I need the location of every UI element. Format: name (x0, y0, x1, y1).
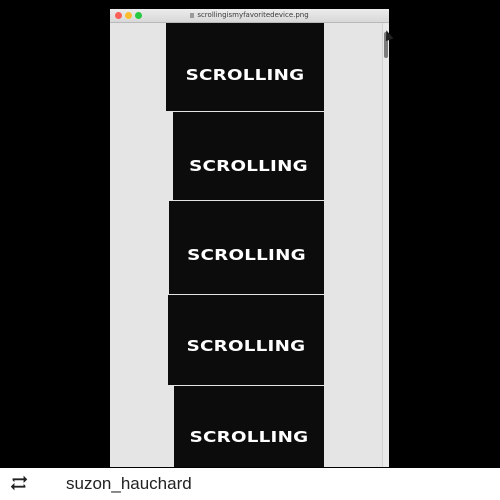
scrolling-frame-2: SCROLLING (173, 112, 324, 200)
frame-label: SCROLLING (189, 157, 308, 175)
video-stage: scrollingismyfavoritedevice.png SCROLLIN… (0, 0, 500, 500)
scrolling-frame-5: SCROLLING (174, 386, 324, 467)
image-viewport[interactable]: SCROLLING SCROLLING SCROLLING SCROLLING … (110, 23, 389, 467)
window-title: scrollingismyfavoritedevice.png (110, 10, 389, 21)
window-title-text: scrollingismyfavoritedevice.png (197, 11, 309, 19)
repost-username[interactable]: suzon_hauchard (66, 473, 192, 495)
vertical-scrollbar[interactable] (382, 23, 389, 467)
window-titlebar[interactable]: scrollingismyfavoritedevice.png (110, 9, 389, 23)
repost-credit: suzon_hauchard (0, 468, 500, 500)
frame-label: SCROLLING (187, 246, 306, 264)
scrolling-frame-3: SCROLLING (169, 201, 324, 294)
scrolling-frame-1: SCROLLING (166, 23, 324, 111)
image-frames: SCROLLING SCROLLING SCROLLING SCROLLING … (166, 23, 324, 467)
file-icon (190, 13, 195, 18)
scrolling-frame-4: SCROLLING (168, 295, 324, 385)
frame-label: SCROLLING (185, 66, 305, 84)
frame-label: SCROLLING (186, 337, 306, 355)
repost-icon (10, 475, 28, 491)
preview-window: scrollingismyfavoritedevice.png SCROLLIN… (110, 9, 389, 467)
frame-label: SCROLLING (189, 428, 309, 446)
